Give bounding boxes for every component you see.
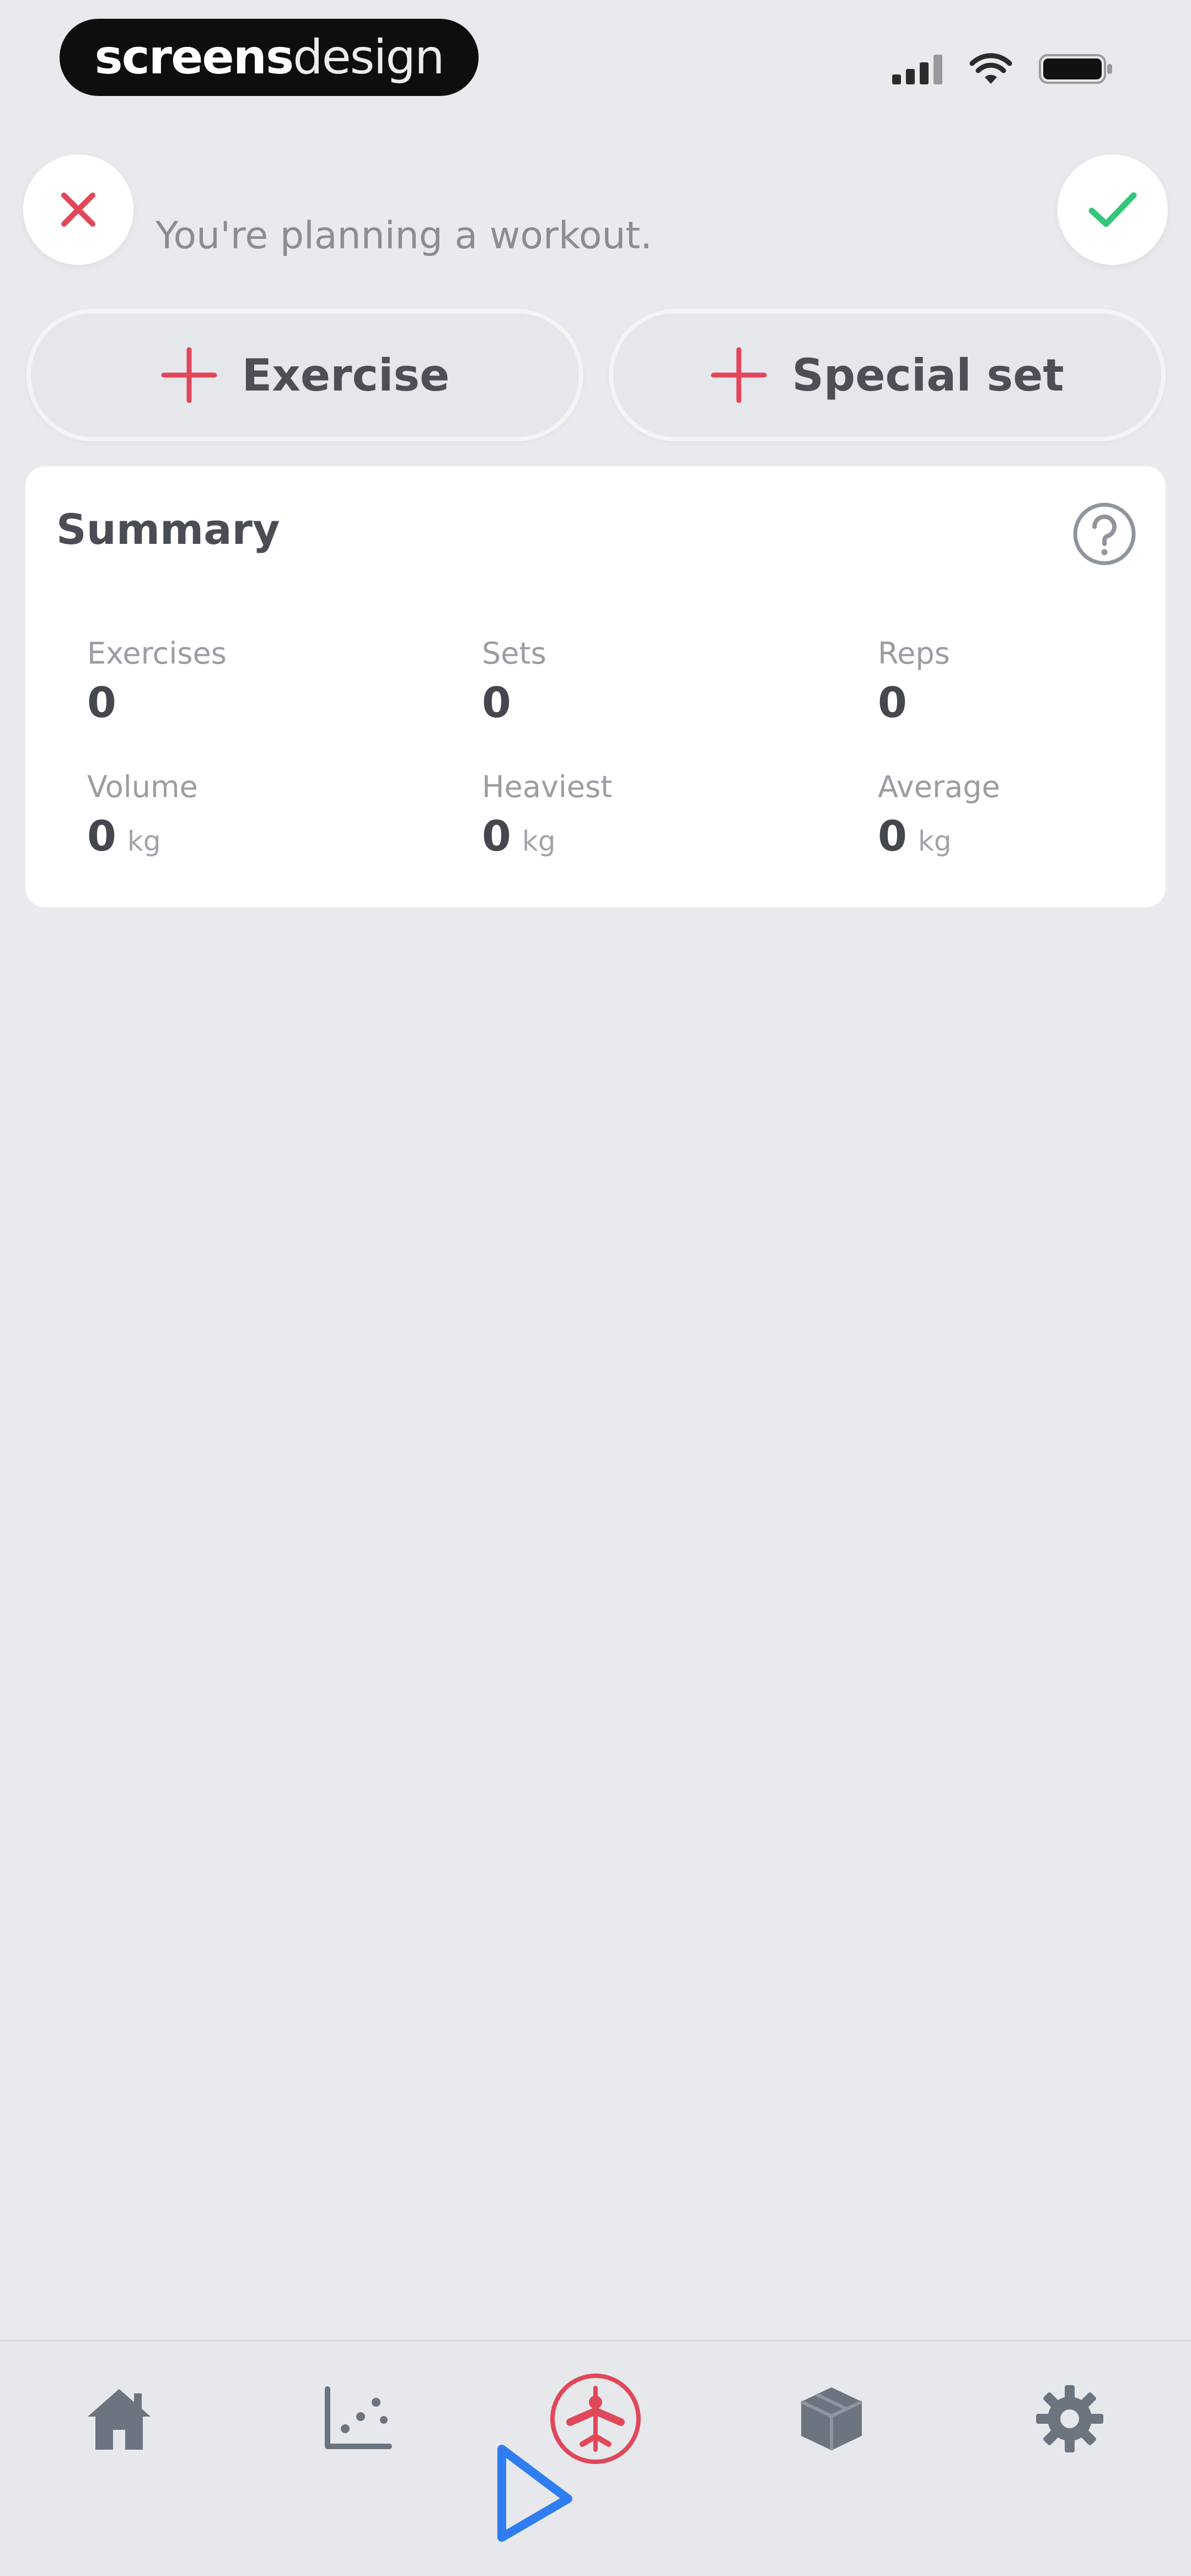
stat-label: Sets (482, 636, 546, 671)
app-screen: screens design You're planning a workout… (0, 0, 1191, 2576)
stat-unit: kg (522, 825, 556, 857)
stat-reps: Reps 0 (878, 637, 1191, 728)
brand-logo: screens design (60, 19, 479, 96)
bottom-nav (0, 2340, 1191, 2576)
brand-logo-bold: screens (94, 30, 294, 85)
summary-card: Summary Exercises 0 Sets 0 Reps 0 Volume… (25, 466, 1166, 907)
nav-settings[interactable] (1020, 2369, 1119, 2468)
stat-value: 0 (878, 811, 907, 861)
stat-value: 0 (87, 811, 116, 861)
stat-value: 0 (482, 678, 511, 727)
plus-icon (161, 347, 217, 403)
stat-unit: kg (918, 825, 952, 857)
stat-sets: Sets 0 (482, 637, 813, 728)
stat-label: Reps (878, 636, 950, 671)
stat-exercises: Exercises 0 (87, 637, 418, 728)
close-icon (61, 193, 95, 227)
wifi-icon (969, 53, 1012, 84)
stat-average: Average 0 kg (878, 771, 1191, 861)
stat-value: 0 (482, 811, 511, 861)
stat-heaviest: Heaviest 0 kg (482, 771, 813, 861)
gear-icon (1036, 2385, 1103, 2452)
add-special-set-label: Special set (792, 349, 1064, 401)
status-bar: screens design (0, 0, 1191, 127)
box-icon (800, 2387, 863, 2450)
stat-volume: Volume 0 kg (87, 771, 418, 861)
planning-status-text: You're planning a workout. (155, 214, 652, 258)
pointer-cursor-icon (497, 2445, 572, 2542)
add-exercise-label: Exercise (242, 349, 450, 401)
stat-value: 0 (87, 678, 116, 727)
stat-label: Volume (87, 769, 198, 804)
plus-icon (711, 347, 767, 403)
summary-title: Summary (56, 505, 280, 554)
stat-value: 0 (878, 678, 907, 727)
stats-chart-icon (325, 2386, 392, 2449)
nav-progress[interactable] (308, 2369, 407, 2468)
checkmark-icon (1088, 192, 1137, 227)
stat-label: Exercises (87, 636, 227, 671)
brand-logo-light: design (293, 30, 444, 85)
close-button[interactable] (23, 154, 133, 265)
nav-library[interactable] (782, 2369, 881, 2468)
signal-icon (892, 55, 942, 84)
confirm-button[interactable] (1058, 154, 1168, 265)
stat-unit: kg (127, 825, 161, 857)
stat-label: Heaviest (482, 769, 613, 804)
home-icon (88, 2389, 151, 2450)
add-special-set-button[interactable]: Special set (609, 309, 1166, 441)
nav-home[interactable] (69, 2369, 169, 2468)
help-icon (1073, 503, 1136, 565)
stat-label: Average (878, 769, 1000, 804)
battery-icon (1039, 54, 1112, 84)
add-exercise-button[interactable]: Exercise (26, 309, 583, 441)
help-button[interactable] (1072, 501, 1137, 566)
status-icons (892, 50, 1114, 88)
